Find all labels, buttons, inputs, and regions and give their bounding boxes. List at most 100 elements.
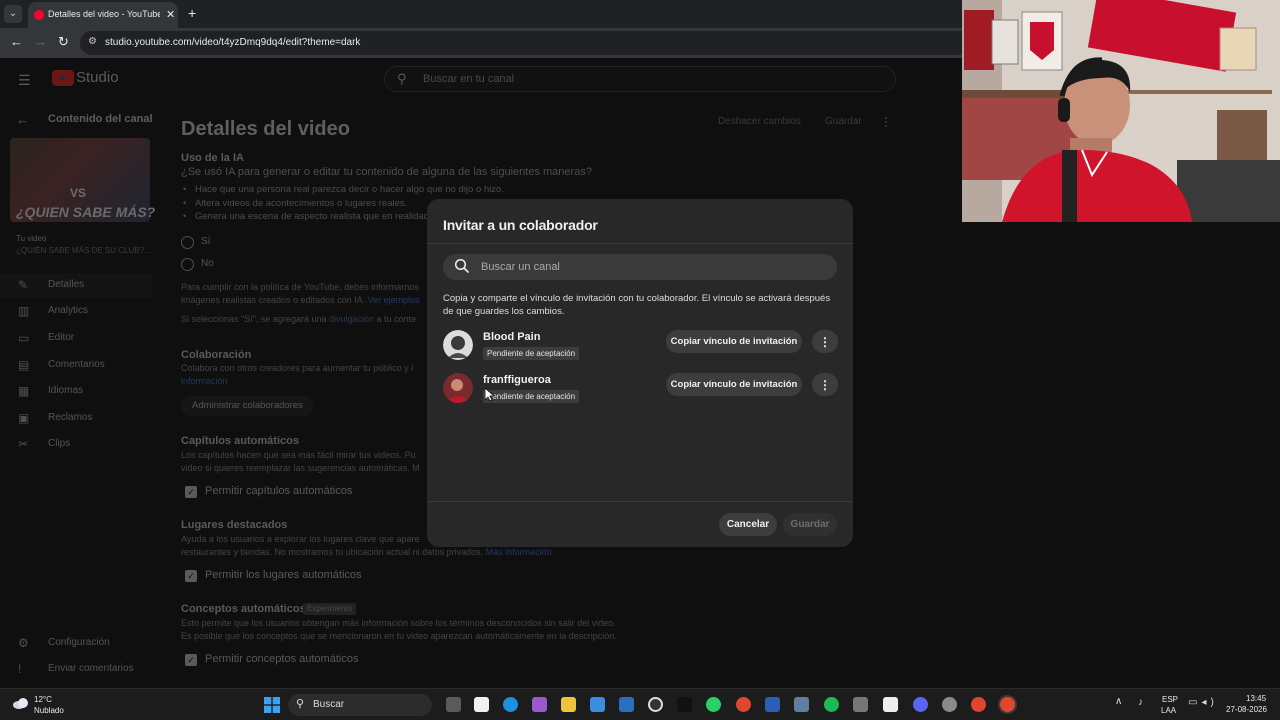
more-options-button[interactable]: ⋮ bbox=[812, 330, 838, 353]
invite-description: Copia y comparte el vínculo de invitació… bbox=[443, 293, 831, 317]
site-info-icon[interactable]: ⚙ bbox=[88, 36, 97, 47]
settings-icon[interactable] bbox=[942, 697, 957, 712]
chrome-profile-icon[interactable] bbox=[971, 697, 986, 712]
ai-yes-radio[interactable] bbox=[181, 236, 194, 249]
address-bar-row: ← → ↻ ⚙ studio.youtube.com/video/t4yzDmq… bbox=[0, 28, 962, 58]
channel-content-link[interactable]: Contenido del canal bbox=[48, 113, 153, 125]
sidebar-item-label: Detalles bbox=[48, 279, 85, 290]
copy-invite-link-button[interactable]: Copiar vínculo de invitación bbox=[666, 330, 802, 353]
sidebar-item-claims[interactable]: ▣ Reclamos bbox=[0, 406, 152, 430]
sidebar-item-label: Idiomas bbox=[48, 385, 84, 396]
collab-text: Colabora con otros creadores para aument… bbox=[181, 363, 414, 373]
places-checkbox[interactable]: ✓ bbox=[185, 570, 197, 582]
file-explorer-icon[interactable] bbox=[561, 697, 576, 712]
places-title: Lugares destacados bbox=[181, 519, 288, 531]
menu-icon[interactable]: ☰ bbox=[18, 72, 31, 89]
concepts-checkbox[interactable]: ✓ bbox=[185, 654, 197, 666]
sidebar-item-comments[interactable]: ▤ Comentarios bbox=[0, 353, 152, 377]
disclosure-link[interactable]: divulgación bbox=[329, 314, 374, 324]
task-view-icon[interactable] bbox=[446, 697, 461, 712]
cancel-button[interactable]: Cancelar bbox=[719, 513, 777, 536]
sidebar-item-label: Clips bbox=[48, 438, 71, 449]
notepad-icon[interactable] bbox=[883, 697, 898, 712]
weather-temperature[interactable]: 12°C bbox=[34, 695, 52, 704]
url-text: studio.youtube.com/video/t4yzDmq9dq4/edi… bbox=[105, 37, 361, 48]
tab-search-chevron-icon[interactable]: ⌄ bbox=[4, 5, 22, 23]
your-video-label: Tu video bbox=[16, 234, 47, 243]
weather-condition[interactable]: Nublado bbox=[34, 706, 64, 715]
tab-close-icon[interactable]: ✕ bbox=[166, 8, 175, 21]
whatsapp-icon[interactable] bbox=[706, 697, 721, 712]
ai-bullet: Altera videos de acontecimientos o lugar… bbox=[195, 198, 408, 209]
sidebar-item-editor[interactable]: ▭ Editor bbox=[0, 326, 152, 350]
sidebar-item-feedback[interactable]: ! Enviar comentarios bbox=[0, 657, 152, 681]
more-options-icon[interactable]: ⋮ bbox=[880, 115, 892, 129]
keyboard-layout-indicator[interactable]: LAA bbox=[1161, 706, 1176, 715]
browser-tab[interactable]: Detalles del video - YouTube St ✕ bbox=[28, 2, 178, 28]
sidebar-item-languages[interactable]: ▦ Idiomas bbox=[0, 379, 152, 403]
back-arrow-icon[interactable]: ← bbox=[10, 34, 23, 49]
clock-date[interactable]: 27-08-2026 bbox=[1226, 705, 1267, 714]
capcut-icon[interactable] bbox=[474, 697, 489, 712]
channel-search-field[interactable]: Buscar un canal bbox=[443, 254, 837, 280]
invite-collaborator-dialog: Invitar a un colaborador Buscar un canal… bbox=[427, 199, 853, 547]
see-examples-link[interactable]: Ver ejemplos bbox=[368, 295, 420, 305]
bullet-dot: • bbox=[183, 198, 187, 208]
forward-arrow-icon[interactable]: → bbox=[34, 34, 47, 49]
collab-info-link[interactable]: información bbox=[181, 376, 228, 386]
ai-no-label: No bbox=[201, 258, 214, 269]
gear-icon: ⚙ bbox=[18, 636, 29, 650]
places-more-info-link[interactable]: Más información bbox=[486, 547, 552, 557]
copilot-icon[interactable] bbox=[532, 697, 547, 712]
spotify-icon[interactable] bbox=[824, 697, 839, 712]
channel-search-input[interactable]: ⚲ Buscar en tu canal bbox=[384, 66, 896, 92]
obs-icon[interactable] bbox=[648, 697, 663, 712]
save-button[interactable]: Guardar bbox=[783, 513, 837, 536]
bullet-dot: • bbox=[183, 211, 187, 221]
chrome-icon[interactable] bbox=[736, 697, 751, 712]
back-icon[interactable]: ← bbox=[16, 112, 29, 127]
new-tab-icon[interactable]: + bbox=[188, 5, 196, 21]
policy-text: imágenes realistas creados o editados co… bbox=[181, 295, 366, 305]
sidebar-item-analytics[interactable]: ▥ Analytics bbox=[0, 299, 152, 323]
play-icon: ▶ bbox=[60, 72, 67, 82]
windows-start-icon[interactable] bbox=[264, 697, 280, 713]
language-indicator[interactable]: ESP bbox=[1162, 695, 1178, 704]
chrome-active-icon[interactable] bbox=[1000, 697, 1015, 712]
concepts-title: Conceptos automáticos bbox=[181, 603, 306, 615]
sidebar-item-details[interactable]: ✎ Detalles bbox=[0, 273, 152, 297]
taskbar-search[interactable]: ⚲ Buscar bbox=[288, 694, 432, 716]
discord-icon[interactable] bbox=[913, 697, 928, 712]
editor-icon: ▭ bbox=[18, 331, 30, 345]
microphone-icon[interactable]: ♪ bbox=[1138, 697, 1143, 708]
chapters-checkbox[interactable]: ✓ bbox=[185, 486, 197, 498]
collaborator-row: Blood Pain Pendiente de aceptación Copia… bbox=[443, 330, 838, 364]
tray-overflow-icon[interactable]: ∧ bbox=[1115, 696, 1122, 707]
collaborator-row: franffigueroa Pendiente de aceptación Co… bbox=[443, 373, 838, 407]
clock-time[interactable]: 13:45 bbox=[1246, 694, 1266, 703]
sidebar-item-clips[interactable]: ✂ Clips bbox=[0, 432, 152, 456]
mail-icon[interactable] bbox=[619, 697, 634, 712]
store-icon[interactable] bbox=[590, 697, 605, 712]
network-volume-icons[interactable]: ▭◂) bbox=[1188, 697, 1218, 708]
photos-icon[interactable] bbox=[765, 697, 780, 712]
more-options-button[interactable]: ⋮ bbox=[812, 373, 838, 396]
disclosure-text: Si seleccionas "Sí", se agregará una bbox=[181, 314, 327, 324]
thumbnail-title-text: ¿QUIEN SABE MÁS? bbox=[16, 204, 156, 220]
chapters-title: Capítulos automáticos bbox=[181, 435, 299, 447]
calculator-icon[interactable] bbox=[853, 697, 868, 712]
ai-no-radio[interactable] bbox=[181, 258, 194, 271]
youtube-favicon-icon bbox=[34, 10, 44, 20]
divider bbox=[427, 501, 853, 502]
search-icon: ⚲ bbox=[296, 698, 305, 710]
page-save-button[interactable]: Guardar bbox=[825, 116, 862, 127]
tiktok-icon[interactable] bbox=[677, 697, 692, 712]
reload-icon[interactable]: ↻ bbox=[58, 34, 69, 50]
url-field[interactable]: ⚙ studio.youtube.com/video/t4yzDmq9dq4/e… bbox=[80, 31, 962, 55]
copy-invite-link-button[interactable]: Copiar vínculo de invitación bbox=[666, 373, 802, 396]
edge-icon[interactable] bbox=[503, 697, 518, 712]
sidebar-item-settings[interactable]: ⚙ Configuración bbox=[0, 631, 152, 655]
pending-status-badge: Pendiente de aceptación bbox=[483, 347, 580, 360]
remote-desktop-icon[interactable] bbox=[794, 697, 809, 712]
undo-changes-button[interactable]: Deshacer cambios bbox=[718, 116, 801, 127]
